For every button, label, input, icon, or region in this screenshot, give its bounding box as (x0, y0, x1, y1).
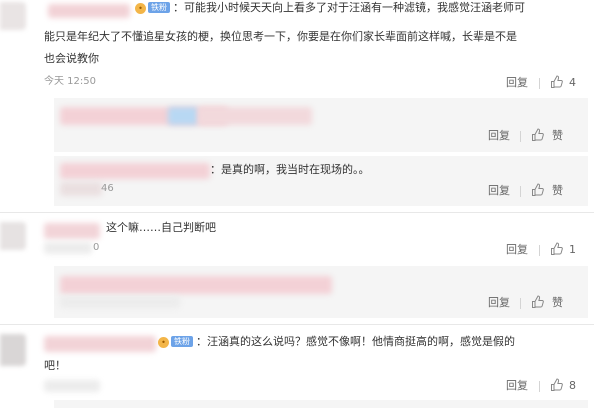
reply-text: ：是真的啊，我当时在现场的。。 (210, 163, 370, 176)
avatar[interactable] (0, 222, 26, 250)
thumbs-up-icon[interactable] (550, 242, 564, 256)
blurred-reply-content (60, 276, 332, 294)
thumbs-up-icon[interactable] (531, 295, 545, 309)
emoji-icon: • (135, 3, 146, 14)
comment-text-line: 吧！ (44, 359, 66, 372)
fan-badge: 铁粉 (171, 336, 193, 347)
partial-timestamp: 46 (101, 183, 114, 194)
blurred-timestamp (44, 380, 100, 392)
thumbs-up-icon[interactable] (531, 128, 545, 142)
partial-timestamp: 0 (93, 242, 100, 253)
blurred-reply-content (198, 107, 312, 125)
reply-button[interactable]: 回复 (506, 76, 528, 90)
blurred-reply-content (168, 107, 198, 125)
comment-text: 这个嘛……自己判断吧 (106, 221, 216, 234)
username-blurred[interactable] (44, 223, 100, 239)
comment-divider (0, 212, 594, 213)
like-button[interactable]: 赞 (552, 129, 563, 143)
like-count: 8 (569, 379, 576, 392)
divider (539, 381, 540, 392)
divider (520, 298, 521, 309)
comment-text: • 铁粉 ：汪涵真的这么说吗？感觉不像啊！他情商挺高的啊，感觉是假的 (158, 332, 592, 352)
username-blurred[interactable] (48, 4, 130, 18)
thumbs-up-icon[interactable] (531, 183, 545, 197)
thumbs-up-icon[interactable] (550, 75, 564, 89)
avatar[interactable] (0, 2, 26, 30)
reply-box (54, 400, 588, 408)
divider (520, 186, 521, 197)
like-button[interactable]: 赞 (552, 184, 563, 198)
blurred-reply-content (60, 296, 180, 308)
emoji-icon: • (158, 337, 169, 348)
avatar[interactable] (0, 334, 26, 366)
like-count: 4 (569, 76, 576, 89)
blurred-reply-content (60, 182, 102, 196)
reply-button[interactable]: 回复 (488, 184, 510, 198)
divider (539, 245, 540, 256)
divider (539, 78, 540, 89)
comment-divider (0, 324, 594, 325)
reply-button[interactable]: 回复 (506, 379, 528, 393)
reply-button[interactable]: 回复 (488, 296, 510, 310)
thumbs-up-icon[interactable] (550, 378, 564, 392)
comment-text-line: ：可能我小时候天天向上看多了对于汪涵有一种滤镜，我感觉汪涵老师可 (173, 1, 525, 14)
comment-text: • 铁粉 ：可能我小时候天天向上看多了对于汪涵有一种滤镜，我感觉汪涵老师可 (135, 0, 590, 18)
comment-text-line: ：汪涵真的这么说吗？感觉不像啊！他情商挺高的啊，感觉是假的 (196, 335, 515, 348)
blurred-timestamp (44, 242, 92, 254)
reply-button[interactable]: 回复 (488, 129, 510, 143)
reply-button[interactable]: 回复 (506, 243, 528, 257)
blurred-reply-content (60, 163, 210, 179)
like-count: 1 (569, 243, 576, 256)
comment-text-line: 也会说教你 (44, 52, 99, 65)
fan-badge: 铁粉 (148, 2, 170, 13)
comment-text-line: 能只是年纪大了不懂追星女孩的梗，换位思考一下，你要是在你们家长辈面前这样喊，长辈… (44, 30, 517, 43)
divider (520, 131, 521, 142)
timestamp: 今天 12:50 (44, 76, 96, 87)
like-button[interactable]: 赞 (552, 296, 563, 310)
username-blurred[interactable] (44, 336, 156, 352)
